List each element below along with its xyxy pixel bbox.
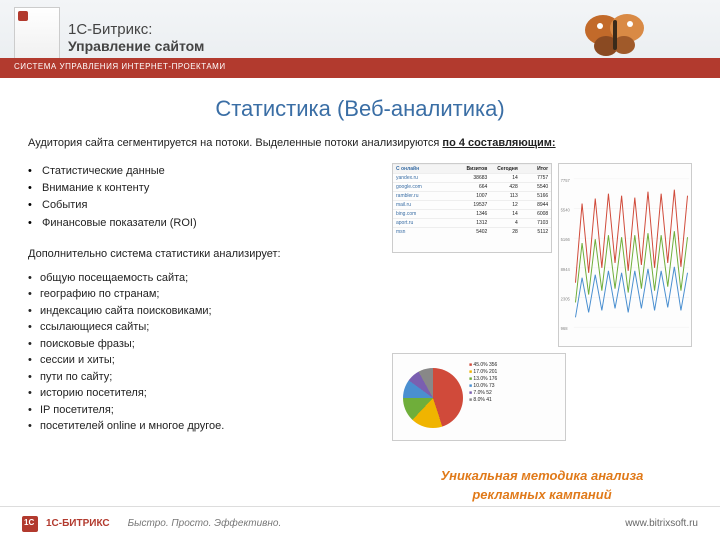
- main-list: Статистические данные Внимание к контент…: [28, 163, 374, 231]
- svg-text:5540: 5540: [561, 208, 571, 213]
- list-item: поисковые фразы;: [28, 336, 374, 353]
- svg-text:5166: 5166: [561, 237, 571, 242]
- footer-left: 1С-БИТРИКС Быстро. Просто. Эффективно.: [22, 516, 281, 532]
- footer-brand: 1С-БИТРИКС: [46, 518, 110, 529]
- list-item: пути по сайту;: [28, 369, 374, 386]
- svg-text:7757: 7757: [561, 178, 571, 183]
- sub-list: общую посещаемость сайта; географию по с…: [28, 270, 374, 435]
- intro-text: Аудитория сайта сегментируется на потоки…: [28, 136, 692, 151]
- sub-intro: Дополнительно система статистики анализи…: [28, 248, 374, 260]
- list-item: историю посетителя;: [28, 385, 374, 402]
- highlight-line-2: рекламных кампаний: [392, 486, 692, 504]
- header-sub-bar: СИСТЕМА УПРАВЛЕНИЯ ИНТЕРНЕТ-ПРОЕКТАМИ: [0, 58, 720, 74]
- list-item: IP посетителя;: [28, 402, 374, 419]
- list-item: общую посещаемость сайта;: [28, 270, 374, 287]
- screenshot-thumbs: С онлайнВизитовСегодняИтог yandex.ru3868…: [392, 163, 692, 441]
- slide-header: 1С-Битрикс: Управление сайтом СИСТЕМА УП…: [0, 0, 720, 78]
- list-item: посетителей online и многое другое.: [28, 418, 374, 435]
- list-item: Статистические данные: [28, 163, 374, 180]
- footer-url: www.bitrixsoft.ru: [625, 518, 698, 529]
- list-item: сессии и хиты;: [28, 352, 374, 369]
- thumb-pie-chart: 45.0% 35617.0% 20113.0% 176 10.0% 737.0%…: [392, 353, 566, 441]
- highlight-line-1: Уникальная методика анализа: [392, 467, 692, 485]
- brand-text: 1С-Битрикс: Управление сайтом: [68, 21, 204, 54]
- list-item: Финансовые показатели (ROI): [28, 215, 374, 232]
- footer-slogan: Быстро. Просто. Эффективно.: [128, 518, 282, 529]
- logo-icon: [22, 516, 38, 532]
- svg-text:2305: 2305: [561, 297, 571, 302]
- list-item: географию по странам;: [28, 286, 374, 303]
- list-item: Внимание к контенту: [28, 180, 374, 197]
- brand-line-2: Управление сайтом: [68, 38, 204, 54]
- thumb-table: С онлайнВизитовСегодняИтог yandex.ru3868…: [392, 163, 552, 253]
- brand-line-1: 1С-Битрикс:: [68, 21, 204, 38]
- list-item: индексацию сайта поисковиками;: [28, 303, 374, 320]
- butterfly-icon: [580, 8, 650, 63]
- intro-part-b: по 4 составляющим:: [442, 137, 555, 149]
- right-column: С онлайнВизитовСегодняИтог yandex.ru3868…: [392, 163, 692, 503]
- slide-footer: 1С-БИТРИКС Быстро. Просто. Эффективно. w…: [0, 506, 720, 540]
- list-item: ссылающиеся сайты;: [28, 319, 374, 336]
- slide-content: Статистика (Веб-аналитика) Аудитория сай…: [0, 78, 720, 504]
- thumb-line-chart: 7757 5540 5166 8944 2305 968: [558, 163, 692, 347]
- highlight-text: Уникальная методика анализа рекламных ка…: [392, 467, 692, 503]
- list-item: События: [28, 197, 374, 214]
- pie-icon: [403, 368, 463, 428]
- page-title: Статистика (Веб-аналитика): [28, 96, 692, 122]
- svg-text:8944: 8944: [561, 267, 571, 272]
- intro-part-a: Аудитория сайта сегментируется на потоки…: [28, 137, 442, 149]
- left-column: Статистические данные Внимание к контент…: [28, 163, 374, 503]
- svg-text:968: 968: [561, 326, 568, 331]
- pie-legend: 45.0% 35617.0% 20113.0% 176 10.0% 737.0%…: [469, 354, 497, 440]
